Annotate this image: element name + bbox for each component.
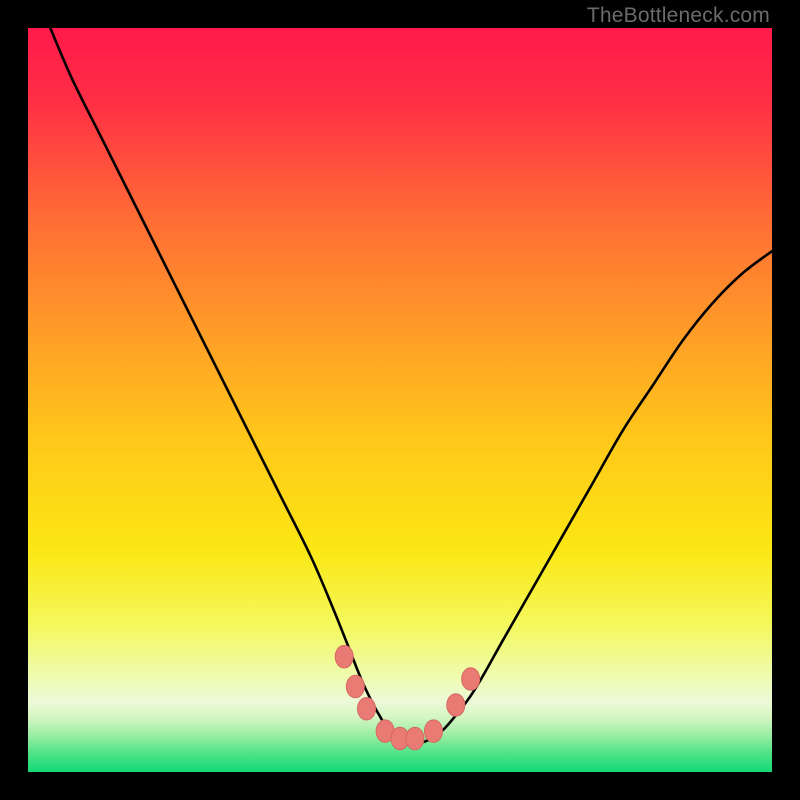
curve-marker — [447, 694, 465, 717]
curve-marker — [358, 698, 376, 721]
curve-marker — [346, 675, 364, 698]
watermark-text: TheBottleneck.com — [587, 4, 770, 28]
curve-marker — [335, 645, 353, 668]
bottleneck-curve — [28, 28, 772, 772]
chart-frame: TheBottleneck.com — [0, 0, 800, 800]
plot-area — [28, 28, 772, 772]
curve-marker — [406, 727, 424, 750]
curve-marker — [424, 720, 442, 743]
curve-marker — [462, 668, 480, 691]
